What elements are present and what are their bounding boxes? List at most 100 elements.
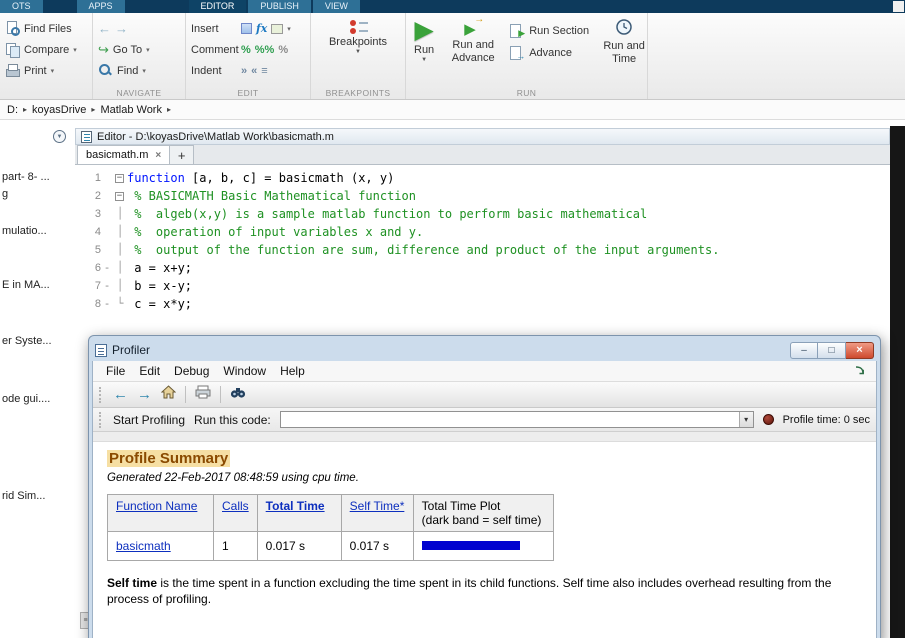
editor-document-icon [81, 130, 92, 143]
code-line: 1 − function [a, b, c] = basicmath (x, y… [75, 169, 890, 187]
close-icon[interactable]: × [155, 150, 161, 161]
run-and-advance-button[interactable]: ▶ → Run and Advance [442, 14, 504, 64]
fold-icon[interactable]: │ [113, 205, 127, 223]
menu-item[interactable]: Help [273, 362, 312, 380]
fold-icon[interactable]: │ [113, 259, 127, 277]
advance-button[interactable]: → Advance [507, 45, 592, 61]
back-icon[interactable]: ← [113, 387, 128, 402]
smart-indent-icon[interactable]: ≡ [261, 65, 267, 77]
run-and-time-button[interactable]: Run and Time [595, 15, 653, 65]
run-code-input[interactable]: ▾ [279, 411, 754, 428]
menu-item[interactable]: Debug [167, 362, 216, 380]
home-icon[interactable] [160, 385, 177, 404]
goto-button[interactable]: ↪ Go To ▾ [93, 39, 185, 60]
find-binoculars-icon[interactable] [230, 386, 246, 404]
restore-button[interactable]: □ [818, 341, 846, 359]
column-header-self-time[interactable]: Self Time* [350, 499, 405, 513]
ribbon-tab[interactable]: EDITOR [188, 0, 247, 13]
ribbon-tab[interactable]: OTS [0, 0, 43, 13]
breadcrumb-item[interactable]: Matlab Work [98, 104, 164, 116]
sidebar-item[interactable]: mulatio... [2, 225, 47, 237]
tab-basicmath[interactable]: basicmath.m × [77, 145, 171, 164]
indent-right-icon[interactable]: » [241, 65, 247, 77]
toolbar-grip[interactable] [99, 411, 102, 428]
breadcrumb-item[interactable]: D: [5, 104, 20, 116]
sidebar-item[interactable]: rid Sim... [2, 490, 45, 502]
uncomment-icon[interactable]: % [278, 44, 288, 56]
ribbon-group-run: ▶ Run ▼ ▶ → Run and Advance ▶ Run Sectio… [406, 13, 648, 99]
sidebar-item[interactable]: E in MA... [2, 279, 50, 291]
menu-item[interactable]: Window [216, 362, 273, 380]
menu-item[interactable]: File [99, 362, 132, 380]
fold-icon[interactable]: │ [113, 241, 127, 259]
code-text: b = x-y; [127, 279, 193, 293]
find-button[interactable]: Find ▾ [93, 60, 185, 81]
forward-icon[interactable]: → [137, 387, 152, 402]
indent-label: Indent [191, 64, 222, 77]
profiler-menubar: File Edit Debug Window Help [93, 361, 876, 382]
combo-dropdown-icon[interactable]: ▾ [738, 412, 753, 427]
ribbon-tab[interactable]: PUBLISH [248, 0, 311, 13]
editor-title-bar[interactable]: Editor - D:\koyasDrive\Matlab Work\basic… [75, 128, 890, 145]
minimize-button[interactable]: – [790, 341, 818, 359]
panel-menu-icon[interactable]: ▼ [53, 130, 66, 143]
chevron-down-icon: ▾ [146, 46, 150, 54]
fold-icon[interactable]: − [115, 191, 124, 201]
fold-icon[interactable]: │ [113, 277, 127, 295]
breakpoints-icon [348, 18, 369, 35]
editor-title: Editor - D:\koyasDrive\Matlab Work\basic… [97, 130, 334, 143]
breakpoints-button[interactable]: Breakpoints ▼ [311, 15, 405, 55]
compare-button[interactable]: Compare ▾ [0, 39, 92, 60]
column-header-total-time[interactable]: Total Time [266, 499, 325, 513]
find-files-button[interactable]: Find Files [0, 18, 92, 39]
sidebar-item[interactable]: er Syste... [2, 335, 52, 347]
breadcrumb-segment: Matlab Work ▸ [98, 104, 174, 116]
code-text: % algeb(x,y) is a sample matlab function… [127, 207, 648, 221]
new-tab-button[interactable]: + [170, 145, 195, 164]
forward-icon[interactable]: → [115, 21, 128, 36]
ribbon-tab[interactable]: VIEW [312, 0, 360, 13]
comment-block-icon[interactable]: %% [255, 44, 275, 56]
indent-left-icon[interactable]: « [251, 65, 257, 77]
ribbon-tab[interactable]: APPS [76, 0, 125, 13]
group-label-breakpoints: BREAKPOINTS [325, 88, 391, 98]
total-time-value: 0.017 s [256, 531, 342, 561]
run-button[interactable]: ▶ Run ▼ [409, 15, 439, 64]
fold-icon[interactable]: − [115, 173, 124, 183]
start-profiling-button[interactable]: Start Profiling [113, 413, 185, 427]
profiler-subtoolbar [93, 432, 876, 442]
sidebar-item[interactable]: part- 8- ... [2, 171, 50, 183]
dock-icon[interactable] [854, 365, 866, 377]
print-icon[interactable] [195, 385, 211, 404]
toolbar-grip[interactable] [99, 386, 102, 403]
ribbon-group-edit: Insert fx ▾ Comment % %% % Indent » « ≡ … [186, 13, 311, 99]
insert-label: Insert [191, 22, 219, 35]
breadcrumb: D: ▸ koyasDrive ▸ Matlab Work ▸ [0, 100, 905, 120]
back-icon[interactable]: ← [98, 21, 111, 36]
insert-function-icon[interactable]: fx [256, 22, 267, 35]
menu-item[interactable]: Edit [132, 362, 167, 380]
column-header-calls[interactable]: Calls [222, 499, 249, 513]
sidebar-item[interactable]: ode gui.... [2, 393, 50, 405]
profiler-titlebar[interactable]: Profiler – □ × [92, 339, 877, 361]
insert-section-icon[interactable] [241, 23, 252, 34]
breadcrumb-item[interactable]: koyasDrive [30, 104, 88, 116]
close-button[interactable]: × [846, 341, 874, 359]
window-controls: – □ × [790, 341, 874, 359]
run-section-button[interactable]: ▶ Run Section [507, 23, 592, 39]
insert-image-icon[interactable] [271, 23, 284, 34]
editor-tab-bar: basicmath.m × + [75, 145, 890, 165]
comment-icon[interactable]: % [241, 44, 251, 56]
run-icon: ▶ [414, 16, 434, 44]
function-link[interactable]: basicmath [116, 539, 171, 553]
group-label-run: RUN [516, 88, 537, 98]
chevron-down-icon: ▼ [421, 57, 428, 63]
column-header-function-name[interactable]: Function Name [116, 499, 197, 513]
print-button[interactable]: Print ▾ [0, 60, 92, 81]
fold-icon[interactable]: └ [113, 295, 127, 313]
fold-icon[interactable]: │ [113, 223, 127, 241]
code-line: 7 - │ b = x-y; [75, 277, 890, 295]
scrollbar-thumb[interactable] [893, 1, 904, 12]
sidebar-item[interactable]: g [2, 188, 8, 200]
code-text: c = x*y; [127, 297, 193, 311]
